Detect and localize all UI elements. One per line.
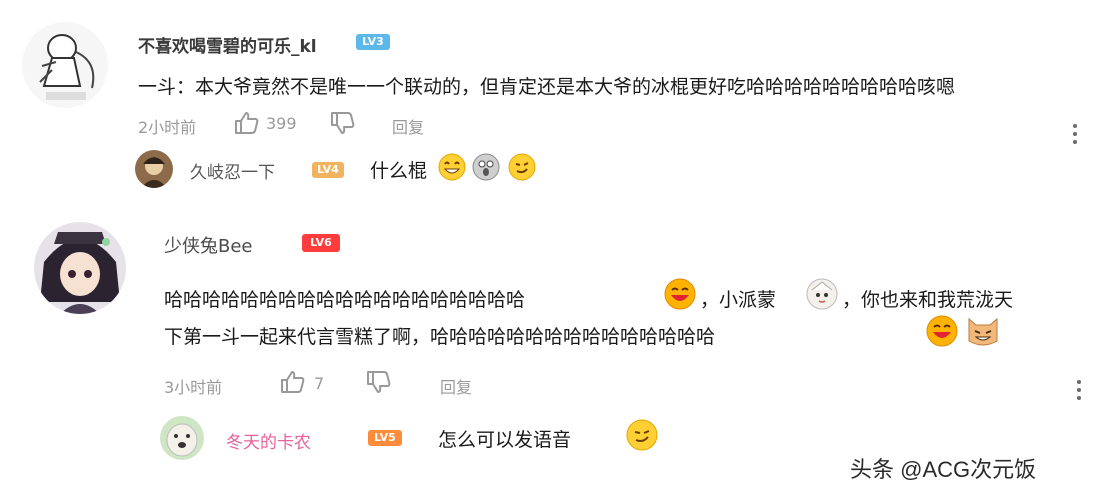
more-options-icon[interactable] — [1077, 380, 1081, 404]
dislike-button[interactable] — [330, 111, 356, 139]
scared-emoji-icon — [472, 153, 500, 185]
level-badge: LV3 — [356, 34, 390, 50]
like-count: 7 — [314, 374, 325, 393]
paimon-emoji-icon — [806, 278, 838, 314]
laughing-emoji-icon — [438, 153, 466, 185]
level-badge: LV5 — [368, 430, 402, 446]
reply-text: 什么棍 — [370, 160, 428, 182]
comment-time: 3小时前 — [164, 378, 223, 397]
watermark: 头条 @ACG次元饭 — [850, 457, 1037, 482]
reply-button[interactable]: 回复 — [392, 114, 424, 138]
thumbs-up-icon — [235, 112, 259, 134]
avatar[interactable] — [22, 22, 108, 108]
like-count: 399 — [266, 114, 297, 133]
smirk-emoji-icon — [508, 153, 536, 185]
comment-text: 一斗：本大爷竟然不是唯一一个联动的，但肯定还是本大爷的冰棍更好吃哈哈哈哈哈哈哈哈… — [138, 76, 956, 98]
level-badge: LV4 — [312, 162, 344, 178]
comment-username[interactable]: 少侠兔Bee — [164, 232, 253, 258]
dislike-button[interactable] — [366, 370, 392, 398]
reply-button[interactable]: 回复 — [440, 374, 472, 398]
reply-avatar-dog-icon — [160, 416, 204, 460]
smirk-emoji-icon — [626, 419, 658, 455]
comment-text-line1-b: ，小派蒙 — [700, 289, 777, 311]
avatar[interactable] — [34, 222, 126, 314]
avatar-drawing-icon — [22, 22, 108, 108]
thumbs-down-icon — [331, 112, 355, 134]
reply-avatar-icon — [135, 150, 173, 188]
reply-avatar[interactable] — [135, 150, 173, 188]
comment-text-line1-c: ，你也来和我荒泷天 — [842, 289, 1014, 311]
comment-text-line1-a: 哈哈哈哈哈哈哈哈哈哈哈哈哈哈哈哈哈哈哈 — [164, 289, 526, 311]
cat-emoji-icon — [966, 315, 1000, 351]
reply-avatar[interactable] — [160, 416, 204, 460]
like-button[interactable] — [234, 111, 260, 139]
comment-time: 2小时前 — [138, 118, 197, 137]
comment-text-line2: 下第一斗一起来代言雪糕了啊，哈哈哈哈哈哈哈哈哈哈哈哈哈哈哈 — [164, 326, 716, 348]
comment-username[interactable]: 不喜欢喝雪碧的可乐_kl — [138, 32, 317, 57]
like-button[interactable] — [280, 370, 306, 398]
thumbs-up-icon — [281, 371, 305, 393]
avatar-anime-icon — [34, 222, 126, 314]
more-options-icon[interactable] — [1073, 124, 1077, 148]
reply-username[interactable]: 冬天的卡农 — [226, 428, 311, 453]
reply-text: 怎么可以发语音 — [438, 429, 572, 451]
level-badge: LV6 — [302, 234, 340, 252]
laughing-emoji-icon — [926, 315, 958, 351]
thumbs-down-icon — [367, 371, 391, 393]
reply-username[interactable]: 久岐忍一下 — [190, 158, 275, 183]
laughing-emoji-icon — [664, 278, 696, 314]
